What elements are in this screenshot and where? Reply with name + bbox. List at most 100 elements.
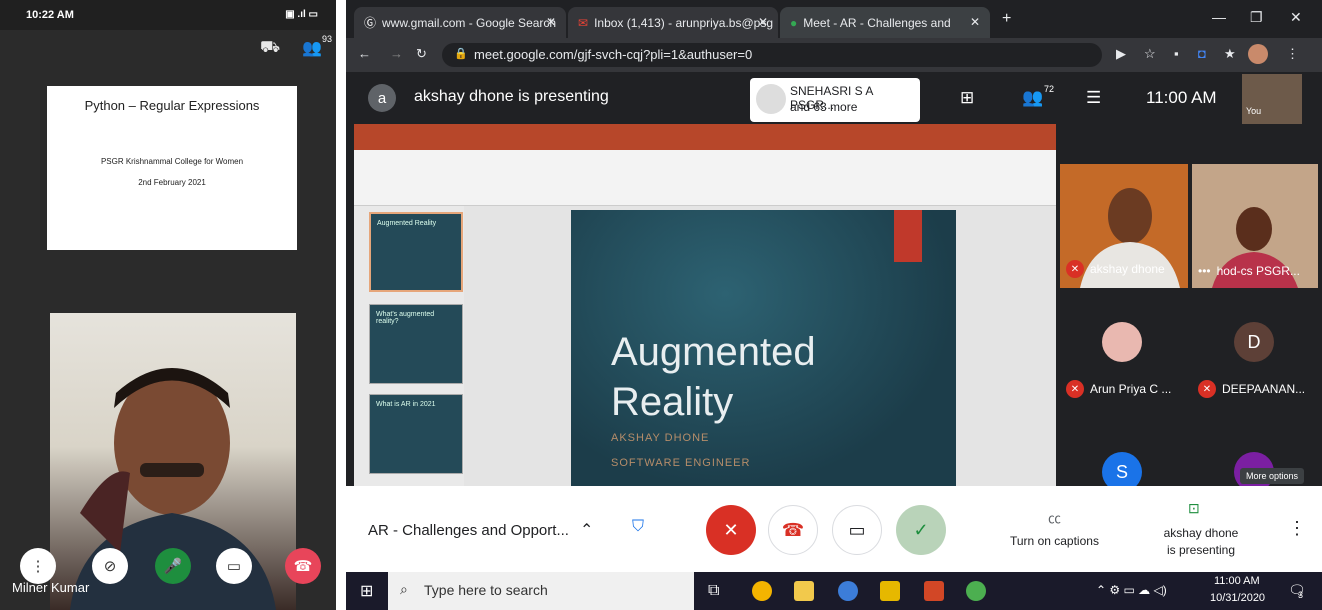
url-field[interactable]: 🔒 meet.google.com/gjf-svch-cqj?pli=1&aut… <box>442 43 1102 67</box>
captions-label[interactable]: Turn on captions <box>1010 534 1099 548</box>
present-line1: akshay dhone <box>1163 526 1239 540</box>
participants-count: 93 <box>322 34 333 44</box>
system-tray-icons[interactable]: ⌃ ⚙ ▭ ☁ ◁) <box>1096 583 1167 597</box>
notification-count: 3 <box>1298 590 1304 600</box>
self-view: You <box>1242 74 1302 124</box>
thumbnail-3: What is AR in 2021 <box>369 394 463 474</box>
slide-subtitle-1: AKSHAY DHONE <box>611 432 710 444</box>
store-icon[interactable] <box>794 581 814 601</box>
thumb-title: What is AR in 2021 <box>376 401 436 408</box>
slide-date: 2nd February 2021 <box>138 178 206 187</box>
chat-icon[interactable]: ☰ <box>1086 88 1101 108</box>
more-options-icon[interactable]: ⋮ <box>1288 518 1306 539</box>
mic-off-icon: ✕ <box>1066 380 1084 398</box>
profile-avatar[interactable] <box>1248 44 1268 64</box>
notification-icon[interactable]: 🗨 <box>1288 582 1306 599</box>
star-icon[interactable]: ☆ <box>1144 46 1156 62</box>
url-text: meet.google.com/gjf-svch-cqj?pli=1&authu… <box>474 47 753 62</box>
taskbar-search[interactable]: ⌕ Type here to search <box>388 572 694 610</box>
powerpoint-icon[interactable] <box>924 581 944 601</box>
puzzle-icon[interactable]: ★ <box>1224 46 1236 62</box>
reload-icon[interactable]: ↻ <box>416 46 427 62</box>
task-view-icon[interactable]: ⧉ <box>708 582 719 600</box>
shared-screen: Augmented Reality What's augmented reali… <box>354 124 1056 486</box>
people-icon[interactable]: 👥 <box>1022 88 1043 108</box>
camera-button[interactable]: ▭ <box>832 505 882 555</box>
car-icon[interactable]: ⛟ <box>260 38 280 58</box>
thumbnail-1: Augmented Reality <box>369 212 463 292</box>
file-explorer-icon[interactable] <box>880 581 900 601</box>
participant-tile-s[interactable]: S <box>1060 412 1188 486</box>
address-bar: ← → ↻ 🔒 meet.google.com/gjf-svch-cqj?pli… <box>346 38 1322 72</box>
hang-up-button[interactable]: ☎ <box>768 505 818 555</box>
participant-tile-deepaanan[interactable]: D ✕ DEEPAANAN... <box>1192 290 1318 408</box>
participants-icon[interactable]: 👥 <box>302 38 322 58</box>
captions-icon[interactable]: ㏄ <box>1048 508 1061 527</box>
more-icon[interactable]: ⋮ <box>20 548 56 584</box>
extension-icon[interactable]: ◘ <box>1198 46 1206 61</box>
lock-icon: 🔒 <box>454 48 468 60</box>
gmail-icon: ✉ <box>578 15 589 30</box>
ppt-thumbnails: Augmented Reality What's augmented reali… <box>354 206 464 486</box>
ppt-ribbon <box>354 150 1056 206</box>
mic-off-icon: ✕ <box>1066 260 1084 278</box>
tab-label: Inbox (1,413) - arunpriya.bs@psg <box>594 15 774 30</box>
current-slide: Augmented Reality AKSHAY DHONE SOFTWARE … <box>571 210 956 486</box>
thumbnail-2: What's augmented reality? <box>369 304 463 384</box>
present-status[interactable]: akshay dhone is presenting <box>1146 526 1256 557</box>
tab-label: www.gmail.com - Google Search <box>382 15 557 30</box>
cast-icon[interactable]: ▶ <box>1116 46 1126 62</box>
meeting-name[interactable]: AR - Challenges and Opport... <box>368 522 569 539</box>
back-icon[interactable]: ← <box>358 46 371 61</box>
new-tab-icon[interactable]: + <box>1002 10 1011 28</box>
join-notification: SNEHASRI S A PSGR... and 63 more <box>750 78 920 122</box>
chrome-icon[interactable] <box>966 581 986 601</box>
close-icon[interactable]: ✕ <box>758 15 768 29</box>
tab-label: Meet - AR - Challenges and <box>803 15 951 30</box>
extension-icon[interactable]: ▪ <box>1174 46 1179 61</box>
close-icon[interactable]: ✕ <box>546 15 556 29</box>
phone-clock: 10:22 AM <box>26 9 74 21</box>
avatar: S <box>1102 452 1142 486</box>
chrome-icon[interactable] <box>752 581 772 601</box>
present-icon[interactable]: ⊡ <box>1188 500 1200 517</box>
maximize-icon[interactable]: ❐ <box>1250 9 1263 26</box>
mic-icon[interactable]: 🎤 <box>155 548 191 584</box>
tab-gmail[interactable]: ✉ Inbox (1,413) - arunpriya.bs@psg ✕ <box>568 7 778 38</box>
menu-icon[interactable]: ⋮ <box>1286 46 1299 62</box>
present-off-icon[interactable]: ▭ <box>216 548 252 584</box>
tab-google-search[interactable]: Ⓖ www.gmail.com - Google Search ✕ <box>354 7 566 38</box>
participants-count: 72 <box>1044 84 1055 94</box>
participant-tile-akshay[interactable]: ✕ akshay dhone <box>1060 164 1188 288</box>
signal-battery-icon: ▣ .ıl ▭ <box>285 9 318 20</box>
meet-clock: 11:00 AM <box>1146 88 1217 107</box>
app-icon[interactable] <box>838 581 858 601</box>
slide-subtitle-2: SOFTWARE ENGINEER <box>611 457 751 469</box>
taskbar-time: 11:00 AM <box>1214 575 1260 587</box>
camera-off-icon[interactable]: ⊘ <box>92 548 128 584</box>
slide-accent <box>894 210 922 262</box>
windows-start-icon[interactable]: ⊞ <box>360 581 373 601</box>
mic-off-icon: ✕ <box>723 519 739 540</box>
confirm-button[interactable]: ✓ <box>896 505 946 555</box>
taskbar-date: 10/31/2020 <box>1210 592 1266 604</box>
participant-tile-hod[interactable]: ••• hod-cs PSGR... <box>1192 164 1318 288</box>
close-window-icon[interactable]: ✕ <box>1290 9 1302 26</box>
ppt-ribbon-tabs <box>354 140 1056 150</box>
hang-up-icon[interactable]: ☎ <box>285 548 321 584</box>
participant-tile-arun[interactable]: ✕ Arun Priya C ... <box>1060 290 1188 408</box>
phone-meet-header: ⛟ 👥 93 <box>0 30 336 68</box>
tab-strip: Ⓖ www.gmail.com - Google Search ✕ ✉ Inbo… <box>346 0 1322 38</box>
self-label: You <box>1246 106 1262 116</box>
layout-icon[interactable]: ⊞ <box>960 88 974 108</box>
chevron-up-icon[interactable]: ⌃ <box>580 520 593 540</box>
shield-icon[interactable]: ⛉ <box>632 518 644 536</box>
hang-up-icon: ☎ <box>781 519 805 540</box>
minimize-icon[interactable]: — <box>1212 9 1226 25</box>
participant-tile-extra[interactable]: More options <box>1192 412 1318 486</box>
close-icon[interactable]: ✕ <box>970 15 980 29</box>
camera-icon: ▭ <box>848 519 866 540</box>
tab-meet[interactable]: ● Meet - AR - Challenges and ✕ <box>780 7 990 38</box>
forward-icon[interactable]: → <box>390 46 403 61</box>
mic-off-button[interactable]: ✕ <box>706 505 756 555</box>
